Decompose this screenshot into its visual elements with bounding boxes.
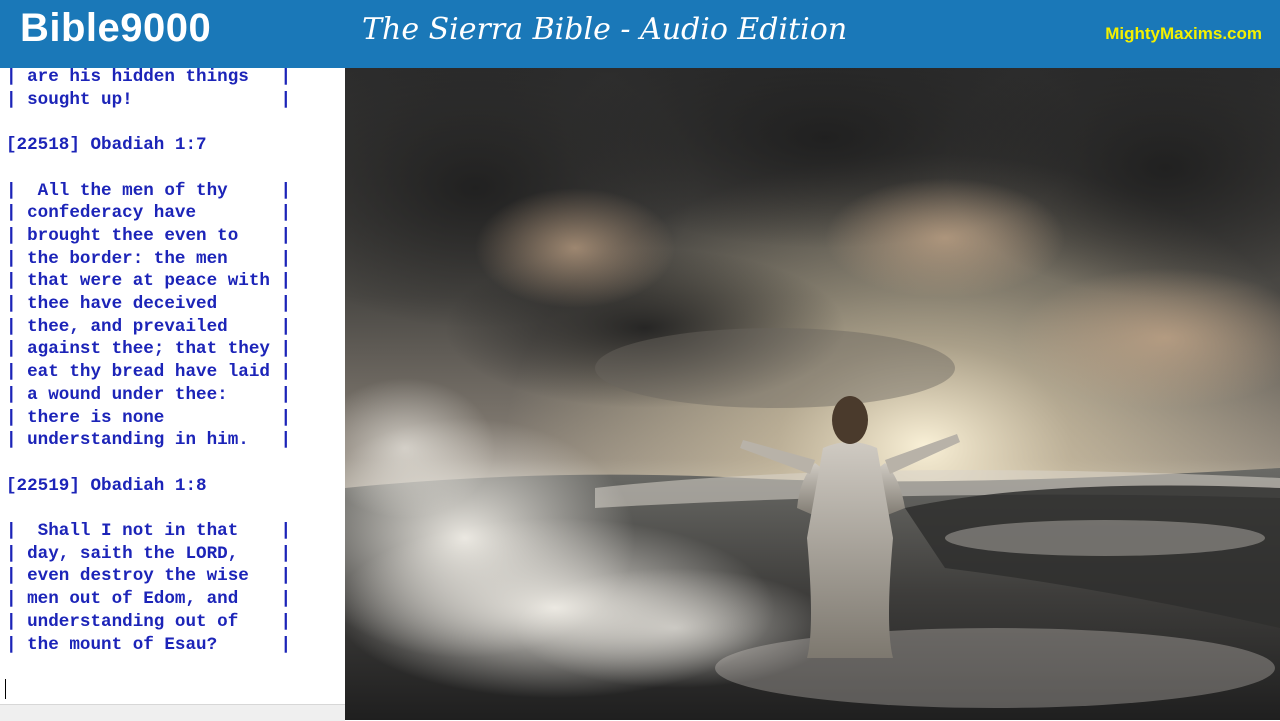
header-bar: Bible9000 The Sierra Bible - Audio Editi… — [0, 0, 1280, 68]
text-line: | men out of Edom, and | — [6, 589, 292, 610]
text-line: [22518] Obadiah 1:7 — [6, 135, 207, 156]
text-line: | even destroy the wise | — [6, 566, 292, 587]
text-line: | Shall I not in that | — [6, 521, 292, 542]
text-line: | there is none | — [6, 407, 292, 428]
text-line: | day, saith the LORD, | — [6, 543, 292, 564]
website-link[interactable]: MightyMaxims.com — [1105, 24, 1262, 44]
status-bar — [0, 704, 345, 721]
scripture-text: | are his hidden things | | sought up! |… — [0, 68, 345, 656]
text-line: | confederacy have | — [6, 203, 292, 224]
text-line: [22519] Obadiah 1:8 — [6, 475, 207, 496]
scripture-text-pane[interactable]: | are his hidden things | | sought up! |… — [0, 68, 346, 704]
text-line: | that were at peace with | — [6, 271, 292, 292]
text-line: | brought thee even to | — [6, 225, 292, 246]
text-line: | understanding out of | — [6, 611, 292, 632]
text-line: | thee, and prevailed | — [6, 316, 292, 337]
text-line: | eat thy bread have laid | — [6, 362, 292, 383]
storm-sea-figure-illustration — [345, 68, 1280, 720]
text-line: | a wound under thee: | — [6, 384, 292, 405]
scene-image — [345, 68, 1280, 720]
text-line: | are his hidden things | — [6, 68, 292, 87]
text-line: | against thee; that they | — [6, 339, 292, 360]
text-line: | All the men of thy | — [6, 180, 292, 201]
text-line: | understanding in him. | — [6, 430, 292, 451]
text-line: | sought up! | — [6, 89, 292, 110]
text-line: | the border: the men | — [6, 248, 292, 269]
app-title: Bible9000 — [20, 6, 212, 50]
text-line: | thee have deceived | — [6, 294, 292, 315]
edition-title: The Sierra Bible - Audio Edition — [362, 12, 848, 47]
text-line: | the mount of Esau? | — [6, 634, 292, 655]
text-cursor — [5, 679, 6, 699]
